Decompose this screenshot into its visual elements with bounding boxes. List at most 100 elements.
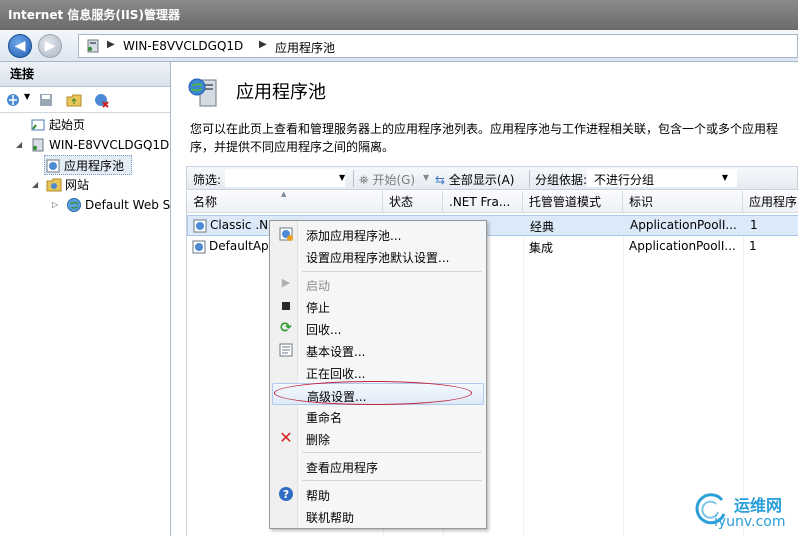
- menu-item-add-app-pool[interactable]: 添加应用程序池...: [272, 223, 484, 245]
- arrow-left-icon: ◀: [14, 38, 26, 54]
- menu-item-recycling[interactable]: 正在回收...: [272, 361, 484, 383]
- menu-item-stop[interactable]: 停止: [272, 295, 484, 317]
- cell-name: Classic .NE: [210, 218, 270, 232]
- watermark: 运维网 iyunv.com: [690, 488, 798, 536]
- stop-icon: [282, 302, 290, 310]
- app-pool-icon: [46, 159, 60, 173]
- arrow-right-icon: ▶: [44, 38, 56, 54]
- tree-item-app-pools[interactable]: 应用程序池: [44, 155, 132, 175]
- separator: [529, 170, 530, 187]
- recycle-icon: ⟳: [280, 320, 292, 336]
- annotation-ellipse: [274, 381, 472, 405]
- filter-input[interactable]: [225, 169, 345, 187]
- sites-folder-icon: [46, 178, 62, 192]
- delete-icon: ✕: [279, 428, 293, 447]
- server-icon: [32, 138, 44, 152]
- help-icon: ?: [279, 487, 293, 501]
- save-icon[interactable]: [38, 92, 54, 108]
- menu-item-delete[interactable]: ✕ 删除: [272, 427, 484, 449]
- address-bar[interactable]: ▶ WIN-E8VVCLDGQ1D ▶ 应用程序池: [78, 34, 798, 58]
- start-page-icon: [31, 119, 45, 131]
- tree-item-label: 应用程序池: [64, 159, 125, 173]
- start-filter-button[interactable]: ⛯ 开始(G): [359, 171, 415, 188]
- server-icon: [87, 39, 99, 53]
- chevron-down-icon[interactable]: ▼: [24, 92, 30, 101]
- start-filter-label: 开始(G): [372, 173, 416, 187]
- page-description: 您可以在此页上查看和管理服务器上的应用程序池列表。应用程序池与工作进程相关联，包…: [190, 122, 779, 154]
- svg-text:?: ?: [283, 488, 289, 501]
- group-by-value: 不进行分组: [594, 173, 655, 187]
- collapse-icon[interactable]: ◢: [16, 140, 22, 149]
- filter-bar: 筛选: ▼ ⛯ 开始(G) ▼ ⇆ 全部显示(A) 分组依据: 不进行分组 ▼: [186, 166, 798, 190]
- cell-applications: 1: [750, 218, 758, 232]
- column-header-identity[interactable]: 标识: [623, 191, 743, 213]
- menu-item-help[interactable]: ? 帮助: [272, 483, 484, 505]
- menu-separator: [302, 271, 482, 272]
- app-pool-add-icon: [279, 227, 293, 241]
- back-button[interactable]: ◀: [8, 34, 32, 58]
- chevron-down-icon[interactable]: ▼: [423, 173, 429, 182]
- menu-item-recycle[interactable]: ⟳ 回收...: [272, 317, 484, 339]
- menu-separator: [302, 480, 482, 481]
- chevron-down-icon[interactable]: ▼: [339, 173, 345, 182]
- breadcrumb-app-pools[interactable]: 应用程序池: [275, 39, 335, 56]
- play-icon: ▶: [281, 276, 291, 289]
- breadcrumb-server[interactable]: WIN-E8VVCLDGQ1D: [123, 39, 243, 53]
- watermark-text: 运维网: [734, 496, 783, 515]
- menu-item-online-help[interactable]: 联机帮助: [272, 505, 484, 527]
- cell-pipeline-mode: 经典: [530, 220, 555, 234]
- connections-toolbar: ▼: [0, 87, 170, 113]
- tree-item-label: 网站: [65, 178, 90, 192]
- column-divider: [523, 213, 524, 536]
- watermark-url: iyunv.com: [714, 514, 786, 530]
- column-divider: [623, 213, 624, 536]
- disconnect-icon[interactable]: [94, 92, 110, 108]
- navigation-bar: ◀ ▶ ▶ WIN-E8VVCLDGQ1D ▶ 应用程序池: [0, 30, 798, 62]
- filter-label: 筛选:: [193, 173, 222, 187]
- cell-applications: 1: [749, 239, 757, 253]
- column-header-name[interactable]: 名称 ▲: [187, 191, 383, 213]
- expand-icon[interactable]: ▷: [52, 200, 58, 209]
- chevron-down-icon: ▼: [721, 173, 728, 182]
- group-by-label: 分组依据:: [535, 173, 588, 187]
- connections-header: 连接: [0, 62, 170, 87]
- menu-item-view-applications[interactable]: 查看应用程序: [272, 455, 484, 477]
- app-pool-icon: [193, 219, 207, 233]
- tree-item-label: 起始页: [49, 118, 86, 132]
- column-header-applications[interactable]: 应用程序: [743, 191, 798, 213]
- collapse-icon[interactable]: ◢: [32, 180, 38, 189]
- menu-separator: [302, 452, 482, 453]
- menu-item-set-defaults[interactable]: 设置应用程序池默认设置...: [272, 245, 484, 267]
- tree-item-label: Default Web S: [85, 198, 171, 212]
- window-title: Internet 信息服务(IIS)管理器: [0, 0, 798, 30]
- menu-item-rename[interactable]: 重命名: [272, 405, 484, 427]
- menu-item-start[interactable]: ▶ 启动: [272, 273, 484, 295]
- folder-up-icon[interactable]: [66, 92, 82, 108]
- forward-button[interactable]: ▶: [38, 34, 62, 58]
- menu-item-basic-settings[interactable]: 基本设置...: [272, 339, 484, 361]
- cell-pipeline-mode: 集成: [529, 241, 554, 255]
- cell-identity: ApplicationPoolI...: [629, 239, 736, 253]
- show-all-button[interactable]: ⇆ 全部显示(A): [435, 171, 514, 188]
- app-pool-icon: [192, 240, 206, 254]
- column-header-pipeline-mode[interactable]: 托管管道模式: [523, 191, 623, 213]
- connections-panel: 连接 ▼ 起始页 ◢ WIN-E8VVCLDGQ1D 应用程序池 ◢ 网站 ▷ …: [0, 62, 171, 536]
- context-menu: 添加应用程序池... 设置应用程序池默认设置... ▶ 启动 停止 ⟳ 回收..…: [269, 220, 487, 529]
- separator: [353, 170, 354, 187]
- breadcrumb-separator: ▶: [259, 39, 267, 50]
- page-title: 应用程序池: [236, 82, 326, 103]
- column-header-status[interactable]: 状态: [383, 191, 443, 213]
- app-pools-server-icon: [188, 78, 217, 107]
- binoculars-icon: ⛯: [359, 173, 369, 187]
- tree-item-label: WIN-E8VVCLDGQ1D: [49, 138, 170, 152]
- breadcrumb-separator: ▶: [107, 39, 115, 50]
- show-all-icon: ⇆: [435, 173, 446, 187]
- connect-icon[interactable]: [6, 92, 22, 108]
- show-all-label: 全部显示(A): [448, 173, 515, 187]
- cell-identity: ApplicationPoolI...: [630, 218, 737, 232]
- globe-icon: [67, 198, 81, 212]
- group-by-select[interactable]: 不进行分组 ▼: [587, 169, 737, 187]
- settings-icon: [279, 343, 293, 357]
- column-header-net-framework[interactable]: .NET Fra...: [443, 191, 523, 213]
- cell-name: DefaultAp: [209, 239, 269, 253]
